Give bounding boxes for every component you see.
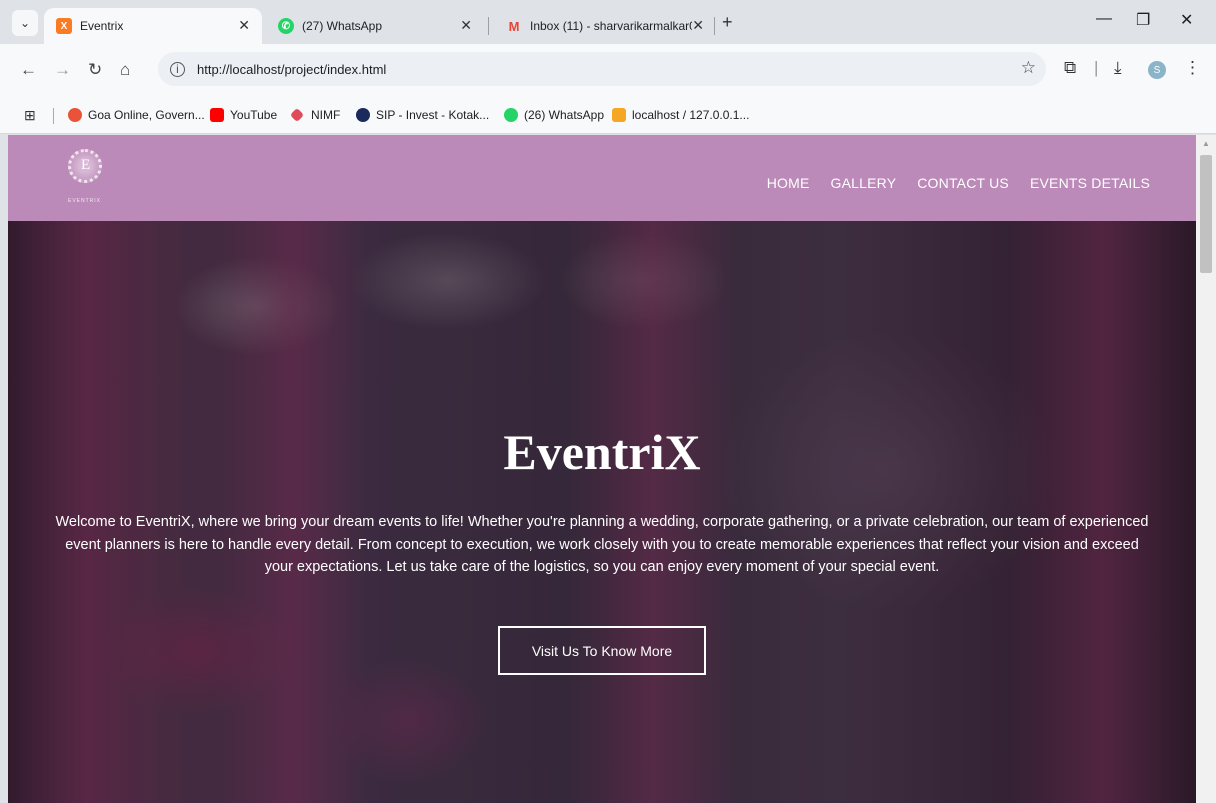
page-scrollbar[interactable]: ▲ [1196,135,1216,803]
minimize-button[interactable]: — [1096,10,1112,28]
tab-eventrix[interactable]: X Eventrix ✕ [44,8,262,44]
restore-button[interactable]: ❐ [1136,10,1150,30]
address-bar[interactable]: i http://localhost/project/index.html ☆ [158,52,1046,86]
tab-title: Inbox (11) - sharvarikarmalkar0 [530,19,692,33]
bookmark-star-icon[interactable]: ☆ [1021,58,1036,78]
tab-divider [488,17,489,35]
bookmarks-bar: ⊞ Goa Online, Govern... YouTube NIMF SIP… [0,98,1216,134]
hero-section: EventriX Welcome to EventriX, where we b… [8,221,1196,803]
browser-toolbar: ← → ↻ ⌂ i http://localhost/project/index… [0,44,1216,98]
bookmark-localhost[interactable]: localhost / 127.0.0.1... [612,108,749,122]
close-icon[interactable]: ✕ [238,17,250,34]
back-button[interactable]: ← [20,60,37,80]
nav-gallery[interactable]: GALLERY [831,175,897,191]
tab-title: (27) WhatsApp [302,19,383,33]
close-icon[interactable]: ✕ [460,17,472,34]
main-nav: HOME GALLERY CONTACT US EVENTS DETAILS [767,175,1150,191]
hero-description: Welcome to EventriX, where we bring your… [55,514,1149,575]
bookmark-kotak[interactable]: SIP - Invest - Kotak... [356,108,489,122]
menu-kebab-icon[interactable]: ⋮ [1184,58,1201,78]
page-viewport: E EVENTRIX HOME GALLERY CONTACT US EVENT… [8,135,1196,803]
nimf-icon [289,107,305,123]
close-icon[interactable]: ✕ [692,17,704,34]
goa-online-icon [68,108,82,122]
whatsapp-icon [504,108,518,122]
chevron-down-icon: ⌄ [19,16,31,30]
nav-contact-us[interactable]: CONTACT US [917,175,1009,191]
bookmark-nimf[interactable]: NIMF [289,107,340,123]
tab-strip: ⌄ X Eventrix ✕ ✆ (27) WhatsApp ✕ M Inbox… [0,0,1216,44]
tab-divider [714,17,715,35]
scroll-up-arrow-icon[interactable]: ▲ [1202,139,1210,148]
site-header: E EVENTRIX HOME GALLERY CONTACT US EVENT… [8,135,1196,221]
nav-events-details[interactable]: EVENTS DETAILS [1030,175,1150,191]
tab-gmail[interactable]: M Inbox (11) - sharvarikarmalkar0 ✕ [494,8,716,44]
home-button[interactable]: ⌂ [120,60,130,80]
whatsapp-icon: ✆ [278,18,294,34]
reload-button[interactable]: ↻ [88,60,102,80]
url-text: http://localhost/project/index.html [197,61,387,77]
youtube-icon [210,108,224,122]
bookmark-whatsapp[interactable]: (26) WhatsApp [504,108,604,122]
window-close-button[interactable]: ✕ [1180,10,1193,30]
forward-button[interactable]: → [54,60,71,80]
eventrix-logo[interactable]: E EVENTRIX [52,143,116,207]
download-icon[interactable]: ⤓ [1114,58,1122,78]
tab-title: Eventrix [80,19,124,33]
xampp-icon: X [56,18,72,34]
tab-search-button[interactable]: ⌄ [12,10,38,36]
gmail-icon: M [508,18,520,34]
bookmark-divider [53,108,54,124]
bookmark-youtube[interactable]: YouTube [210,108,277,122]
phpmyadmin-icon [612,108,626,122]
apps-grid-icon[interactable]: ⊞ [24,107,36,124]
profile-avatar[interactable]: S [1148,61,1166,79]
logo-monogram: E [81,157,91,173]
tab-whatsapp[interactable]: ✆ (27) WhatsApp ✕ [266,8,484,44]
bookmark-goa-online[interactable]: Goa Online, Govern... [68,108,205,122]
hero-title: EventriX [503,424,701,480]
toolbar-divider: | [1094,58,1099,77]
site-info-icon[interactable]: i [170,61,185,77]
kotak-icon [356,108,370,122]
scrollbar-thumb[interactable] [1200,155,1212,273]
nav-home[interactable]: HOME [767,175,810,191]
extensions-icon[interactable]: ⧉ [1064,58,1076,78]
logo-wordmark: EVENTRIX [68,198,102,204]
visit-us-button[interactable]: Visit Us To Know More [498,626,706,675]
new-tab-button[interactable]: + [722,12,733,33]
